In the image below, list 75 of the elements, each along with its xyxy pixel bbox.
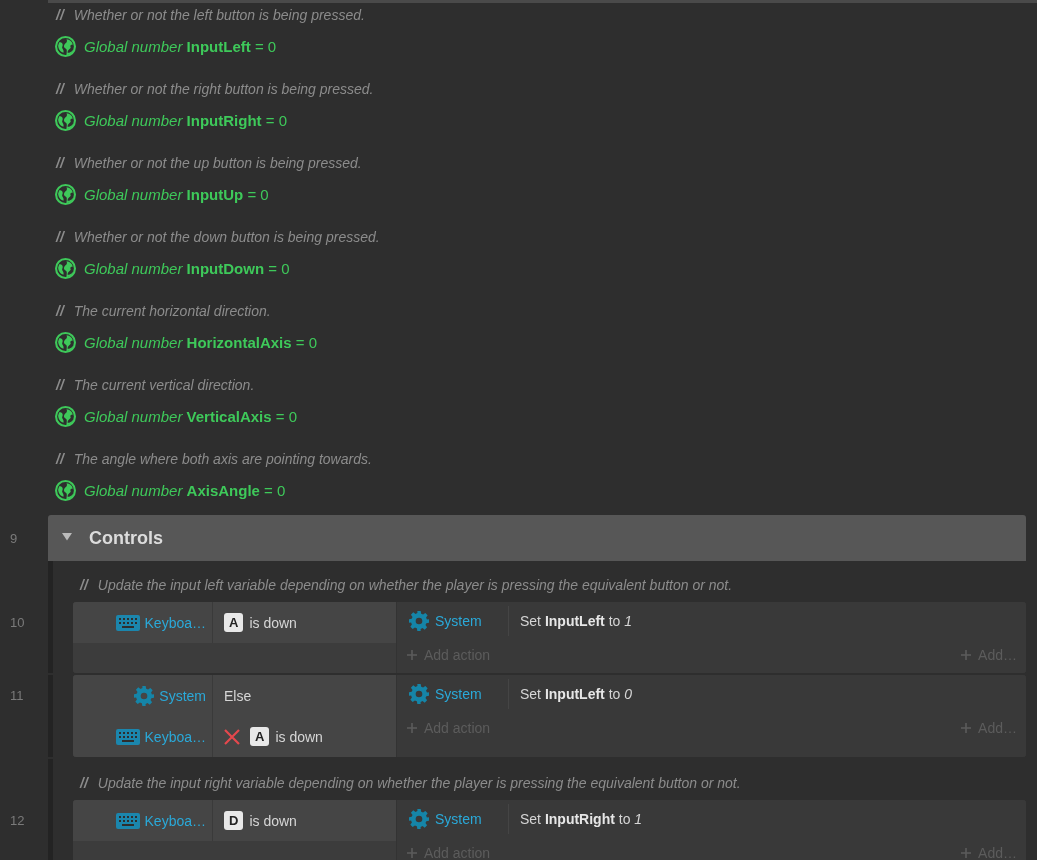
variable-declaration[interactable]: Global number VerticalAxis = 0 — [84, 408, 298, 425]
keyboard-icon — [115, 812, 140, 829]
comment-text: Whether or not the up button is being pressed. — [73, 155, 362, 171]
variable-declaration[interactable]: Global number InputUp = 0 — [84, 186, 269, 203]
gear-icon — [409, 809, 429, 829]
object-name[interactable]: System — [159, 687, 206, 704]
globe-icon — [55, 258, 76, 279]
object-name[interactable]: System — [435, 811, 482, 827]
variable-declaration[interactable]: Global number InputRight = 0 — [84, 112, 287, 129]
comment-text: Whether or not the left button is being pressed. — [73, 7, 365, 23]
comment-text: The angle where both axis are pointing towards. — [73, 451, 372, 467]
comment-text: Update the input right variable depending on whether the player is pressing the equivalent button or not. — [97, 775, 741, 791]
comment-marker: // — [56, 451, 64, 467]
plus-icon — [961, 848, 972, 858]
object-name[interactable]: Keyboa… — [144, 728, 206, 745]
key-badge: A — [250, 727, 270, 746]
group-title: Controls — [89, 527, 163, 549]
object-name[interactable]: Keyboa… — [144, 614, 206, 631]
comment-marker: // — [56, 303, 64, 319]
plus-icon — [961, 723, 972, 733]
globe-icon — [55, 36, 76, 57]
group-header[interactable]: Controls — [48, 515, 1026, 561]
action-row[interactable]: System Set InputLeft to 0 — [397, 675, 1026, 713]
plus-icon — [407, 650, 417, 660]
variable-declaration[interactable]: Global number HorizontalAxis = 0 — [84, 334, 317, 351]
comment-text: Whether or not the down button is being pressed. — [73, 229, 380, 245]
line-number: 9 — [10, 530, 18, 546]
plus-icon — [961, 650, 972, 660]
globe-icon — [55, 110, 76, 131]
globe-icon — [55, 480, 76, 501]
gear-icon — [409, 611, 429, 631]
condition-row[interactable]: Keyboa… A is down — [73, 602, 396, 643]
variable-declaration[interactable]: Global number InputLeft = 0 — [84, 38, 277, 55]
line-number: 10 — [10, 615, 25, 632]
comment-marker: // — [56, 229, 64, 245]
condition-text: is down — [275, 728, 323, 745]
line-number: 11 — [10, 688, 24, 705]
condition-row[interactable]: System Else — [73, 675, 396, 716]
plus-icon — [407, 723, 417, 733]
comment-marker: // — [56, 7, 64, 23]
globe-icon — [55, 406, 76, 427]
globe-icon — [55, 184, 76, 205]
keyboard-icon — [115, 614, 140, 631]
key-badge: A — [224, 613, 244, 632]
variable-declaration[interactable]: Global number AxisAngle = 0 — [84, 482, 286, 499]
comment-text: The current horizontal direction. — [73, 303, 271, 319]
object-name[interactable]: System — [435, 613, 482, 629]
object-name[interactable]: System — [435, 686, 482, 702]
gear-icon — [134, 685, 155, 706]
comment-marker: // — [56, 81, 64, 97]
comment-marker: // — [80, 577, 88, 593]
comment-marker: // — [56, 155, 64, 171]
condition-text: is down — [249, 614, 297, 631]
object-name[interactable]: Keyboa… — [144, 812, 206, 829]
key-badge: D — [224, 811, 244, 830]
variable-declaration[interactable]: Global number InputDown = 0 — [84, 260, 290, 277]
condition-row[interactable]: Keyboa… A is down — [73, 716, 396, 757]
action-text: Set InputLeft to 1 — [519, 613, 633, 629]
action-row[interactable]: System Set InputRight to 1 — [397, 800, 1026, 838]
plus-icon — [407, 848, 417, 858]
comment-text: Whether or not the right button is being pressed. — [73, 81, 374, 97]
action-row[interactable]: System Set InputLeft to 1 — [397, 602, 1026, 640]
line-number: 12 — [10, 813, 25, 830]
action-text: Set InputRight to 1 — [519, 811, 643, 827]
gear-icon — [409, 684, 429, 704]
condition-text: is down — [249, 812, 297, 829]
comment-marker: // — [56, 377, 64, 393]
comment-text: The current vertical direction. — [73, 377, 255, 393]
comment-marker: // — [80, 775, 88, 791]
globe-icon — [55, 332, 76, 353]
condition-row[interactable]: Keyboa… D is down — [73, 800, 396, 841]
action-text: Set InputLeft to 0 — [519, 686, 633, 702]
comment-text: Update the input left variable depending on whether the player is pressing the equivalent button or not. — [97, 577, 733, 593]
condition-text: Else — [224, 687, 252, 704]
keyboard-icon — [115, 728, 140, 745]
